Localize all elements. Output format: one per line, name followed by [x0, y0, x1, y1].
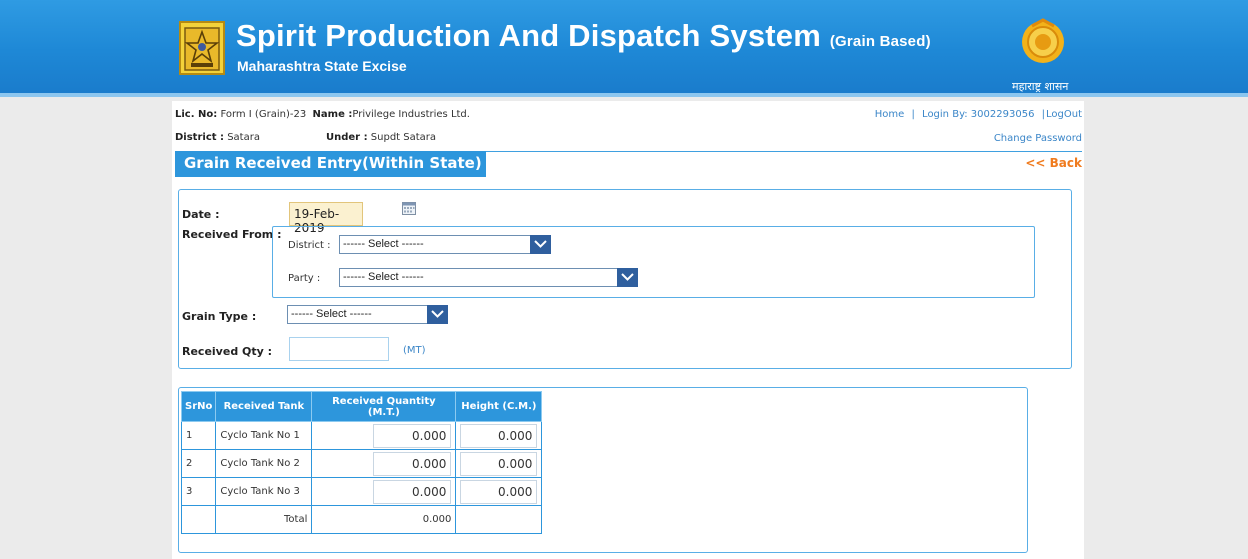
under-info: Under : Supdt Satara: [326, 132, 436, 143]
column-header: SrNo: [180, 391, 217, 422]
chevron-down-icon[interactable]: [530, 235, 551, 254]
height-input[interactable]: 0.000: [460, 423, 538, 448]
grain-type-select-value: ------ Select ------: [291, 308, 372, 320]
main-content: Lic. No: Form I (Grain)-23 Name :Privile…: [172, 101, 1084, 559]
tank-table: SrNo Received Tank Received Quantity (M.…: [180, 391, 543, 534]
column-header: Height (C.M.): [455, 391, 543, 422]
lic-label: Lic. No:: [175, 109, 218, 120]
empty-cell: [455, 505, 543, 534]
back-link[interactable]: << Back: [1025, 156, 1082, 170]
date-label: Date :: [182, 208, 220, 221]
app-title: Spirit Production And Dispatch System (G…: [236, 18, 931, 54]
party-label: Party :: [288, 273, 321, 284]
grain-type-label: Grain Type :: [182, 310, 257, 323]
lic-value: Form I (Grain)-23: [220, 109, 307, 120]
total-value: 0.000: [311, 505, 457, 534]
height-cell: 0.000: [455, 421, 543, 450]
empty-cell: [180, 505, 217, 534]
table-row: 1 Cyclo Tank No 1 0.000 0.000: [180, 421, 543, 450]
excise-emblem-logo: [179, 21, 225, 75]
logout-link[interactable]: LogOut: [1046, 109, 1082, 120]
srno-cell: 3: [180, 477, 217, 506]
qty-input[interactable]: 0.000: [373, 423, 452, 448]
government-label: महाराष्ट्र शासन: [1012, 80, 1069, 93]
name-value: Privilege Industries Ltd.: [352, 109, 470, 120]
section-title: Grain Received Entry(Within State): [175, 151, 486, 177]
under-value: Supdt Satara: [370, 132, 437, 143]
government-seal-logo: [1020, 18, 1066, 68]
qty-cell: 0.000: [311, 421, 457, 450]
right-margin: [1086, 101, 1248, 559]
qty-cell: 0.000: [311, 477, 457, 506]
grain-type-select[interactable]: ------ Select ------: [287, 305, 448, 324]
height-cell: 0.000: [455, 449, 543, 478]
qty-input[interactable]: 0.000: [373, 479, 452, 504]
total-label: Total: [215, 505, 313, 534]
app-subtitle: Maharashtra State Excise: [237, 58, 407, 74]
height-input[interactable]: 0.000: [460, 451, 538, 476]
column-header: Received Tank: [215, 391, 313, 422]
table-row: 2 Cyclo Tank No 2 0.000 0.000: [180, 449, 543, 478]
district-select[interactable]: ------ Select ------: [339, 235, 551, 254]
table-row: 3 Cyclo Tank No 3 0.000 0.000: [180, 477, 543, 506]
party-select-value: ------ Select ------: [343, 271, 424, 283]
srno-cell: 1: [180, 421, 217, 450]
unit-label: (MT): [403, 345, 426, 356]
column-header: Received Quantity (M.T.): [311, 391, 457, 422]
link-separator: |: [1041, 109, 1045, 120]
table-total-row: Total 0.000: [180, 505, 543, 534]
calendar-icon[interactable]: [402, 202, 416, 218]
table-header-row: SrNo Received Tank Received Quantity (M.…: [180, 391, 543, 422]
srno-cell: 2: [180, 449, 217, 478]
qty-cell: 0.000: [311, 449, 457, 478]
tank-cell: Cyclo Tank No 2: [215, 449, 313, 478]
link-separator: |: [911, 109, 915, 120]
change-password-link[interactable]: Change Password: [994, 133, 1082, 144]
date-input[interactable]: 19-Feb-2019: [289, 202, 363, 235]
app-title-text: Spirit Production And Dispatch System: [236, 18, 821, 53]
received-qty-input[interactable]: [289, 337, 389, 361]
district-info-value: Satara: [227, 132, 260, 143]
tank-cell: Cyclo Tank No 3: [215, 477, 313, 506]
received-qty-label: Received Qty :: [182, 345, 273, 358]
received-from-label: Received From :: [182, 228, 282, 241]
name-label: Name :: [312, 109, 353, 120]
app-header: Spirit Production And Dispatch System (G…: [0, 0, 1248, 97]
home-link[interactable]: Home: [875, 109, 905, 120]
login-by-text: Login By: 3002293056: [922, 109, 1035, 120]
height-input[interactable]: 0.000: [460, 479, 538, 504]
qty-input[interactable]: 0.000: [373, 451, 452, 476]
party-select[interactable]: ------ Select ------: [339, 268, 638, 287]
top-links: Home | Login By: 3002293056 |LogOut: [875, 109, 1082, 120]
license-info: Lic. No: Form I (Grain)-23 Name :Privile…: [175, 109, 470, 120]
app-title-suffix: (Grain Based): [829, 33, 931, 50]
district-select-value: ------ Select ------: [343, 238, 424, 250]
district-info: District : Satara: [175, 132, 260, 143]
district-label: District :: [288, 240, 331, 251]
tank-cell: Cyclo Tank No 1: [215, 421, 313, 450]
chevron-down-icon[interactable]: [617, 268, 638, 287]
chevron-down-icon[interactable]: [427, 305, 448, 324]
under-label: Under :: [326, 132, 368, 143]
district-info-label: District :: [175, 132, 225, 143]
height-cell: 0.000: [455, 477, 543, 506]
